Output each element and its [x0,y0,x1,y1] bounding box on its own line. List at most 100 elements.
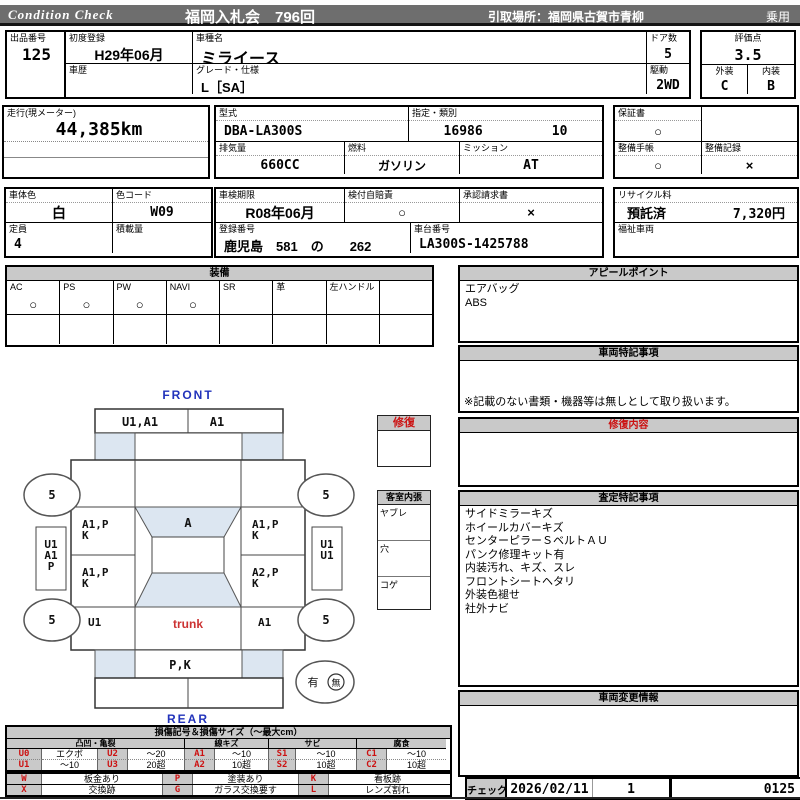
legend-code: A2 [185,760,215,770]
equipment-cell-sr: SR [220,281,274,314]
first-registration-label: 初度登録 [69,33,106,43]
class-number-cell: 指定・類別 16986 10 [409,107,602,141]
auction-title: 福岡入札会 796回 [185,9,316,26]
legend-code: X [7,785,42,795]
warranty-blank-cell [702,107,797,141]
equipment-empty-cell [114,315,167,344]
model-code-label: 型式 [216,107,408,121]
equipment-empty-cell [273,315,327,344]
rear-bumper-lower [94,677,284,709]
check-count: 1 [627,781,635,797]
cabin-row-tear: ヤブレ [378,505,430,541]
spare-no-label: 無 [331,677,340,688]
model-name-label: 車種名 [196,33,224,43]
interior-grade-cell: 内装 B [748,65,794,94]
interior-grade-label: 内装 [761,66,780,76]
legend-value: ～10 [387,749,446,760]
welfare-label: 福祉車両 [618,224,655,234]
body-color-cell: 車体色 白 [6,189,113,222]
tire-rear-right-depth: 5 [322,613,329,627]
score-value: 3.5 [734,45,762,64]
trunk-label: trunk [173,617,203,631]
appeal-points-title: アピールポイント [460,267,797,281]
class-number-label: 指定・類別 [409,107,602,121]
equipment-cell-ps: PS ○ [60,281,114,314]
legend-value: 20超 [128,760,185,770]
body-color-label: 車体色 [6,189,112,203]
grade-label: グレード・仕様 [196,65,260,75]
legend-code: L [299,785,329,795]
transmission-value: AT [523,157,539,173]
legend-value: 板金あり [42,774,163,784]
legend-code: U3 [98,760,128,770]
vehicle-change-info-title: 車両変更情報 [460,692,797,706]
color-code-label: 色コード [113,189,211,203]
repair-flag-title: 修復 [378,416,430,431]
right-sill-codes: U1 U1 [320,538,334,562]
chassis-number-value: LA300S-1425788 [419,237,529,252]
model-name-cell: 車種名 ミライース [193,32,647,63]
insurance-value: ○ [398,205,406,220]
bottom-rule [0,797,800,799]
legend-value: 10超 [215,760,269,770]
front-label: FRONT [162,388,213,402]
legend-value: 看板跡 [373,774,401,784]
first-registration-cell: 初度登録 H29年06月 [66,32,193,63]
model-name-value: ミライース [201,51,281,63]
history-value [66,77,192,94]
repair-details-content [460,433,797,437]
equipment-cell-lhd: 左ハンドル [327,281,380,314]
equipment-value: ○ [82,296,91,312]
legend-value: ～10 [215,749,269,760]
assessment-notes-box: 査定特記事項 サイドミラーキズ ホイールカバーキズ センターピラーＳベルトＡＵ … [458,490,799,687]
legend-code: U1 [7,760,42,770]
maintenance-record-value: × [745,157,754,173]
auction-sheet: Condition Check 福岡入札会 796回 引取場所：福岡県古賀市青柳… [0,0,800,800]
legend-value: レンズ割れ [365,785,410,795]
appeal-line: エアバッグ [465,283,520,295]
displacement-cell: 排気量 660CC [216,142,345,174]
equipment-empty-cell [167,315,220,344]
color-code-cell: 色コード W09 [113,189,211,222]
exterior-grade-cell: 外装 C [702,65,748,94]
legend-value: ～10 [296,749,357,760]
lot-number-label: 出品番号 [10,33,47,43]
appeal-points-box: アピールポイント エアバッグ ABS [458,265,799,343]
maintenance-record-cell: 整備記録 × [702,142,797,174]
rear-bumper-code: P,K [169,658,191,672]
vehicle-header-table: 初度登録 H29年06月 車種名 ミライース ドア数 5 車歴 グレード・仕様 … [64,30,691,99]
assessment-line: 社外ナビ [465,602,509,615]
recycle-status: 預託済 [627,206,667,221]
assessment-line: ホイールカバーキズ [465,521,564,534]
transmission-label: ミッション [460,142,602,156]
seats-cell: 定員 4 [6,223,113,253]
equipment-value [380,283,432,314]
model-code-value: DBA-LA300S [224,123,303,139]
maintenance-book-value: ○ [654,157,662,173]
body-color-value: 白 [52,205,66,221]
check-number: 0125 [763,781,795,797]
payload-value [113,236,211,253]
interior-grade-value: B [767,78,775,94]
vehicle-category: 乗用 [765,10,790,24]
inspection-label: 車検期限 [216,189,344,203]
cabin-lining-box: 客室内張 ヤブレ 穴 コゲ [377,490,431,610]
vehicle-notes-title: 車両特記事項 [460,347,797,361]
vehicle-notes-disclaimer: ※記載のない書類・機器等は無しとして取り扱います。 [464,396,736,408]
fuel-cell: 燃料 ガソリン [345,142,460,174]
equipment-cell-pw: PW ○ [114,281,167,314]
equipment-label: PW [116,282,132,292]
approval-request-label: 承認請求書 [460,189,602,203]
repair-details-box: 修復内容 [458,417,799,487]
assessment-line: 外装色褪せ [465,589,520,601]
warranty-cell: 保証書 ○ [615,107,702,141]
history-cell: 車歴 [66,64,193,94]
equipment-table: 装備 AC ○ PS ○ PW ○ NAVI ○ SR 革 左ハンドル [5,265,434,347]
score-label: 評価点 [734,33,762,43]
insurance-cell: 検付自賠責 ○ [345,189,460,222]
vehicle-change-info-content [460,706,797,710]
equipment-value [220,294,272,314]
legend-code: W [7,774,42,784]
warranty-value: ○ [654,123,662,139]
legend-code: U2 [98,749,128,760]
